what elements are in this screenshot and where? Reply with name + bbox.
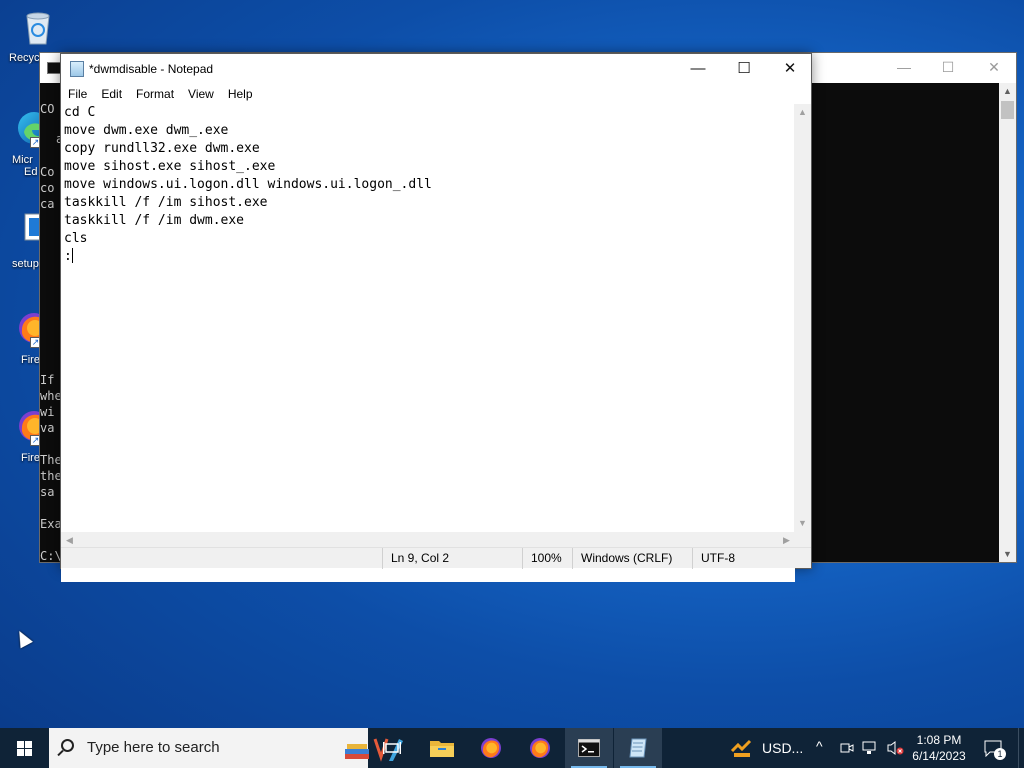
- console-text: Co: [40, 165, 55, 179]
- console-text: va: [40, 421, 55, 435]
- file-explorer-icon: [430, 741, 454, 757]
- search-placeholder: Type here to search: [87, 739, 220, 756]
- clock-time: 1:08 PM: [916, 733, 962, 747]
- weather-text: USD...: [762, 740, 804, 756]
- console-text: C:\: [40, 549, 62, 563]
- editor-line-text: :: [64, 249, 72, 264]
- console-text: sa: [40, 485, 55, 499]
- notepad-window[interactable]: *dwmdisable - Notepad — ☐ ✕ File Edit Form…: [60, 53, 812, 582]
- text-editor-area[interactable]: cd C move dwm.exe dwm_.exe copy rundll32…: [61, 104, 795, 582]
- menu-help[interactable]: Help: [221, 84, 260, 104]
- show-hidden-icons-button[interactable]: ^: [814, 728, 832, 768]
- close-button[interactable]: ✕: [767, 54, 813, 84]
- console-text: wi: [40, 405, 55, 419]
- console-text: CO: [40, 102, 55, 116]
- firefox-icon: [530, 738, 550, 758]
- console-text: If: [40, 373, 55, 387]
- stock-chart-icon: [730, 739, 752, 757]
- task-view-icon: [383, 742, 401, 754]
- action-center-button[interactable]: 1: [980, 728, 1010, 768]
- vertical-scrollbar[interactable]: ▲ ▼: [794, 104, 811, 532]
- menu-file[interactable]: File: [61, 84, 94, 104]
- chevron-up-icon: ^: [816, 738, 823, 754]
- editor-line: taskkill /f /im dwm.exe: [64, 213, 245, 228]
- editor-line: cd C: [64, 105, 96, 120]
- editor-line: cls: [64, 231, 88, 246]
- firefox-icon: [481, 738, 501, 758]
- status-line-ending: Windows (CRLF): [572, 548, 692, 569]
- console-close-button[interactable]: ✕: [986, 59, 1002, 75]
- show-desktop-button[interactable]: [1018, 728, 1024, 768]
- notepad-titlebar[interactable]: *dwmdisable - Notepad — ☐ ✕: [61, 54, 811, 84]
- clock-date: 6/14/2023: [912, 749, 966, 763]
- weather-widget[interactable]: USD...: [728, 728, 804, 768]
- editor-line: copy rundll32.exe dwm.exe: [64, 141, 260, 156]
- console-text: Exa: [40, 517, 62, 531]
- scroll-down-arrow-icon[interactable]: ▼: [794, 515, 811, 532]
- notepad-icon: [70, 61, 84, 77]
- console-text: the: [40, 469, 62, 483]
- recycle-bin-icon: [20, 8, 56, 45]
- status-bar: Ln 9, Col 2 100% Windows (CRLF) UTF-8: [61, 547, 812, 569]
- notification-count-badge: 1: [994, 748, 1006, 760]
- network-button[interactable]: [860, 728, 880, 768]
- menu-view[interactable]: View: [181, 84, 221, 104]
- task-view-button[interactable]: [368, 728, 416, 768]
- console-text: co: [40, 181, 55, 195]
- scroll-up-arrow-icon[interactable]: ▲: [794, 104, 811, 121]
- network-icon: [862, 741, 876, 754]
- command-prompt-icon: [47, 62, 61, 74]
- status-zoom: 100%: [522, 548, 572, 569]
- search-box[interactable]: Type here to search: [49, 728, 403, 768]
- file-explorer-button[interactable]: [418, 728, 466, 768]
- volume-muted-icon: [887, 741, 904, 755]
- notepad-icon: [629, 738, 647, 758]
- scroll-up-arrow-icon[interactable]: ▲: [999, 83, 1016, 99]
- text-caret: [71, 248, 73, 263]
- window-title: *dwmdisable - Notepad: [89, 62, 214, 76]
- maximize-button[interactable]: ☐: [721, 54, 767, 84]
- console-scroll-thumb[interactable]: [1001, 101, 1014, 119]
- mouse-pointer-icon: [13, 627, 33, 649]
- menu-format[interactable]: Format: [129, 84, 181, 104]
- scroll-down-arrow-icon[interactable]: ▼: [999, 546, 1016, 562]
- menu-edit[interactable]: Edit: [94, 84, 129, 104]
- command-prompt-icon: [578, 739, 600, 757]
- editor-line: taskkill /f /im sihost.exe: [64, 195, 268, 210]
- editor-line: move sihost.exe sihost_.exe: [64, 159, 276, 174]
- console-text: ca: [40, 197, 55, 211]
- editor-line: move dwm.exe dwm_.exe: [64, 123, 229, 138]
- meet-now-button[interactable]: [838, 728, 856, 768]
- command-prompt-taskbar-button[interactable]: [565, 728, 613, 768]
- console-text: whe: [40, 389, 62, 403]
- status-cursor-position: Ln 9, Col 2: [382, 548, 522, 569]
- status-encoding: UTF-8: [692, 548, 812, 569]
- console-maximize-button[interactable]: ☐: [940, 59, 956, 75]
- firefox-taskbar-button-2[interactable]: [516, 728, 564, 768]
- firefox-taskbar-button[interactable]: [467, 728, 515, 768]
- notepad-taskbar-button[interactable]: [614, 728, 662, 768]
- console-scrollbar[interactable]: ▲ ▼: [999, 83, 1016, 562]
- console-minimize-button[interactable]: —: [896, 59, 912, 75]
- minimize-button[interactable]: —: [675, 54, 721, 84]
- meet-now-icon: [840, 743, 854, 753]
- editor-line-current: :: [61, 248, 795, 266]
- taskbar: Type here to search USD... ^ 1:08 PM 6/1…: [0, 728, 1024, 768]
- clock[interactable]: 1:08 PM 6/14/2023: [906, 732, 972, 764]
- menu-bar: File Edit Format View Help: [61, 84, 811, 104]
- start-button[interactable]: [0, 728, 48, 768]
- volume-button[interactable]: [884, 728, 904, 768]
- editor-line: move windows.ui.logon.dll windows.ui.log…: [64, 177, 432, 192]
- console-text: The: [40, 453, 62, 467]
- windows-logo-icon: [17, 741, 32, 756]
- search-icon: [61, 739, 74, 752]
